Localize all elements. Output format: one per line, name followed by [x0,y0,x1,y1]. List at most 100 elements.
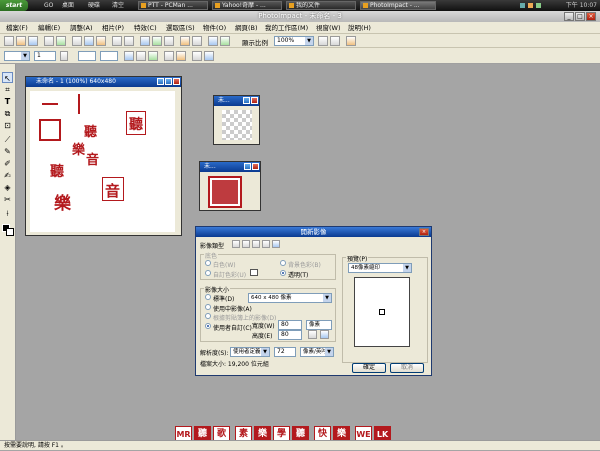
width-spin[interactable] [78,51,96,61]
quick-launch-desktop[interactable]: 桌面 [62,0,74,11]
align-icon[interactable] [204,51,214,61]
paint-tool-icon[interactable]: ✎ [2,146,13,157]
quick-launch-go[interactable]: GO [44,0,53,11]
expand-canvas-icon[interactable] [140,36,150,46]
doc-close-button[interactable] [252,163,259,170]
rotate-icon[interactable] [164,36,174,46]
height-input[interactable]: 80 [278,330,302,340]
image-type-icon[interactable] [252,240,260,248]
eraser-tool-icon[interactable]: ✂ [2,194,13,205]
mode-select[interactable]: ▼ [4,51,30,61]
menu-adjust[interactable]: 調整(A) [70,22,93,34]
tray-icon[interactable] [536,3,541,8]
doc-minimize-button[interactable] [244,163,251,170]
menu-edit[interactable]: 編輯(E) [38,22,60,34]
doc-maximize-button[interactable] [165,78,172,85]
new-icon[interactable] [4,36,14,46]
arrow-tool-icon[interactable]: ↖ [2,72,13,83]
doc-close-button[interactable] [251,97,258,104]
unit-select[interactable]: 像素 [306,320,332,330]
quick-launch-disk[interactable]: 硬碟 [88,0,100,11]
bg-transparent-radio[interactable] [280,270,286,276]
taskbar-button-yahoo[interactable]: Yahoo!奇摩 - ... [212,1,282,10]
doc-minimize-button[interactable] [157,78,164,85]
preview-select[interactable]: 48像素縮印 ▼ [348,263,412,273]
subtract-icon[interactable] [136,51,146,61]
web-icon[interactable] [208,36,218,46]
size-clipboard-radio[interactable] [205,313,211,319]
height-spin[interactable] [100,51,118,61]
zoom-select[interactable]: 100% ▼ [274,36,314,46]
document-window-transparent[interactable]: 未... [213,95,260,145]
resolution-mode-select[interactable]: 使用者定義 ▼ [230,347,270,357]
size-standard-radio[interactable] [205,294,211,300]
undo-icon[interactable] [112,36,122,46]
doc-minimize-button[interactable] [243,97,250,104]
paste-icon[interactable] [96,36,106,46]
image-type-icon[interactable] [262,240,270,248]
settings-icon[interactable] [176,51,186,61]
zoom-in-icon[interactable] [318,36,328,46]
copy-icon[interactable] [84,36,94,46]
menu-photo[interactable]: 相片(P) [102,22,124,34]
tray-icon[interactable] [520,3,525,8]
image-type-icon[interactable] [242,240,250,248]
transform-tool-icon[interactable]: ⧉ [2,108,13,119]
size-spin[interactable]: 1 [34,51,56,61]
menu-effect[interactable]: 特效(C) [134,22,157,34]
document-window-seal[interactable]: 未... [199,161,261,211]
tray-icon[interactable] [528,3,533,8]
standard-size-select[interactable]: 640 x 480 像素 ▼ [248,293,332,303]
brush-icon[interactable] [60,51,68,61]
menu-workspace[interactable]: 我的工作區(M) [265,22,308,34]
menu-object[interactable]: 物件(O) [203,22,226,34]
save-icon[interactable] [28,36,38,46]
size-current-radio[interactable] [205,304,211,310]
scan-icon[interactable] [56,36,66,46]
image-canvas[interactable]: 聽 樂 音 聽 聽 樂 音 [30,91,175,232]
taskbar-button-documents[interactable]: 我的文件 [286,1,356,10]
bg-white-radio[interactable] [205,260,211,266]
image-type-icon[interactable] [232,240,240,248]
custom-color-swatch[interactable] [250,269,258,276]
quick-launch-recycle[interactable]: 清空 [112,0,124,11]
menu-help[interactable]: 說明(H) [348,22,371,34]
gallery-icon[interactable] [220,36,230,46]
grid-icon[interactable] [192,51,202,61]
cut-icon[interactable] [72,36,82,46]
crop-tool-icon[interactable]: ⌗ [2,84,13,95]
bg-custom-radio[interactable] [205,270,211,276]
image-type-icon[interactable] [272,240,280,248]
menu-file[interactable]: 檔案(F) [6,22,28,34]
resolution-unit-select[interactable]: 像素/英吋 ▼ [300,347,334,357]
help-icon[interactable] [346,36,356,46]
width-input[interactable]: 80 [278,320,302,330]
resize-icon[interactable] [152,36,162,46]
fill-tool-icon[interactable]: ◈ [2,182,13,193]
clone-tool-icon[interactable]: ✐ [2,158,13,169]
doc-close-button[interactable] [173,78,180,85]
add-icon[interactable] [124,51,134,61]
taskbar-button-ptt[interactable]: PTT - PCMan ... [138,1,208,10]
size-custom-radio[interactable] [205,323,211,329]
cancel-button[interactable]: 取消 [390,363,424,373]
document-window-main[interactable]: 未命名 - 1 (100%) 640x480 聽 樂 音 聽 聽 樂 音 [25,76,182,236]
redo-icon[interactable] [124,36,134,46]
background-color-swatch[interactable] [6,228,14,236]
resolution-input[interactable]: 72 [274,347,296,357]
layer-icon[interactable] [180,36,190,46]
menu-web[interactable]: 網頁(B) [235,22,258,34]
check-icon[interactable] [320,330,329,339]
menu-window[interactable]: 視窗(W) [316,22,341,34]
ok-button[interactable]: 確定 [352,363,386,373]
select-tool-icon[interactable]: ⊡ [2,120,13,131]
text-tool-icon[interactable]: T [2,96,13,107]
transparent-canvas[interactable] [222,110,252,140]
link-icon[interactable] [308,330,317,339]
taskbar-button-photoimpact[interactable]: PhotoImpact - ... [360,1,436,10]
dialog-close-button[interactable]: × [419,228,429,236]
eyedropper-tool-icon[interactable]: ⟊ [2,208,13,219]
zoom-out-icon[interactable] [330,36,340,46]
seal-canvas[interactable] [208,176,242,208]
menu-selection[interactable]: 選取區(S) [166,22,195,34]
